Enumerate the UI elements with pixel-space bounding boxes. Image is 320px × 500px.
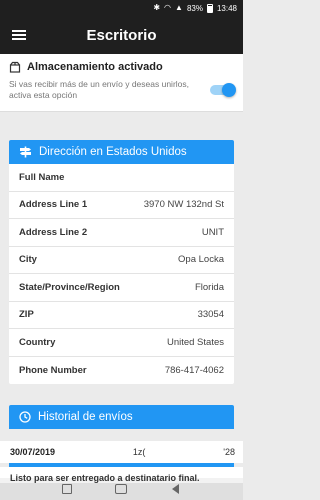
address-row-value: Florida [194, 281, 224, 293]
storage-section: Almacenamiento activado Si vas recibir m… [0, 54, 243, 112]
battery-percent: 83% [186, 3, 203, 13]
address-row[interactable]: Country United States [9, 329, 234, 357]
recent-apps-icon [62, 484, 73, 494]
bluetooth-icon: ✱ [153, 3, 161, 12]
address-row-label: Country [19, 336, 56, 348]
address-row-label: State/Province/Region [19, 281, 120, 293]
home-icon [115, 484, 128, 494]
shipment-date: 30/07/2019 [10, 447, 56, 457]
toggle-knob [222, 83, 236, 97]
address-card: Dirección en Estados Unidos Full Name Add… [9, 140, 234, 384]
wifi-icon: ◠ [164, 3, 172, 12]
address-row[interactable]: Phone Number 786-417-4062 [9, 357, 234, 385]
address-row-value: 3970 NW 132nd St [143, 199, 224, 211]
clock: 13:48 [216, 3, 237, 13]
signpost-icon [20, 146, 31, 158]
address-row-label: Address Line 1 [19, 199, 88, 211]
address-row[interactable]: Address Line 2 UNIT [9, 219, 234, 247]
clock-icon [19, 411, 31, 423]
address-row-label: Address Line 2 [19, 226, 88, 238]
hamburger-icon [12, 30, 26, 40]
recent-apps-button[interactable] [60, 482, 74, 496]
system-nav-bar [0, 478, 243, 500]
address-row-label: Full Name [19, 171, 65, 183]
signal-icon: ▲ [175, 3, 183, 12]
address-row[interactable]: Full Name [9, 164, 234, 192]
address-row-value: United States [166, 336, 224, 348]
storage-toggle[interactable] [210, 83, 236, 97]
home-button[interactable] [114, 482, 128, 496]
address-row-value: 33054 [197, 309, 224, 321]
history-row[interactable]: 30/07/2019 1z( '28 [0, 441, 243, 463]
address-row[interactable]: City Opa Locka [9, 247, 234, 274]
address-row-value: 786-417-4062 [164, 364, 224, 376]
address-row[interactable]: ZIP 33054 [9, 302, 234, 329]
back-icon [172, 484, 180, 494]
storage-title: Almacenamiento activado [27, 61, 163, 73]
address-card-header: Dirección en Estados Unidos [9, 140, 234, 164]
address-row[interactable]: State/Province/Region Florida [9, 274, 234, 302]
address-row-label: ZIP [19, 309, 34, 321]
battery-icon [206, 3, 213, 13]
address-row-value: UNIT [201, 226, 224, 238]
back-button[interactable] [169, 482, 183, 496]
history-card-title: Historial de envíos [38, 411, 133, 423]
address-row[interactable]: Address Line 1 3970 NW 132nd St [9, 192, 234, 219]
address-rows: Full Name Address Line 1 3970 NW 132nd St A… [9, 164, 234, 384]
history-card: Historial de envíos [9, 405, 234, 429]
address-row-label: Phone Number [19, 364, 87, 376]
tracking-number: 1z( [132, 447, 146, 457]
status-bar: ✱ ◠ ▲ 83% 13:48 [0, 0, 243, 16]
storage-description: Si vas recibir más de un envío y deseas … [9, 79, 190, 100]
address-card-title: Dirección en Estados Unidos [39, 146, 187, 158]
shipment-extra: '28 [223, 447, 235, 457]
address-row-label: City [19, 254, 37, 266]
menu-button[interactable] [0, 16, 38, 54]
app-bar: Escritorio [0, 16, 243, 54]
address-row-value: Opa Locka [178, 254, 224, 266]
history-card-header[interactable]: Historial de envíos [9, 405, 234, 429]
package-icon [9, 61, 21, 73]
